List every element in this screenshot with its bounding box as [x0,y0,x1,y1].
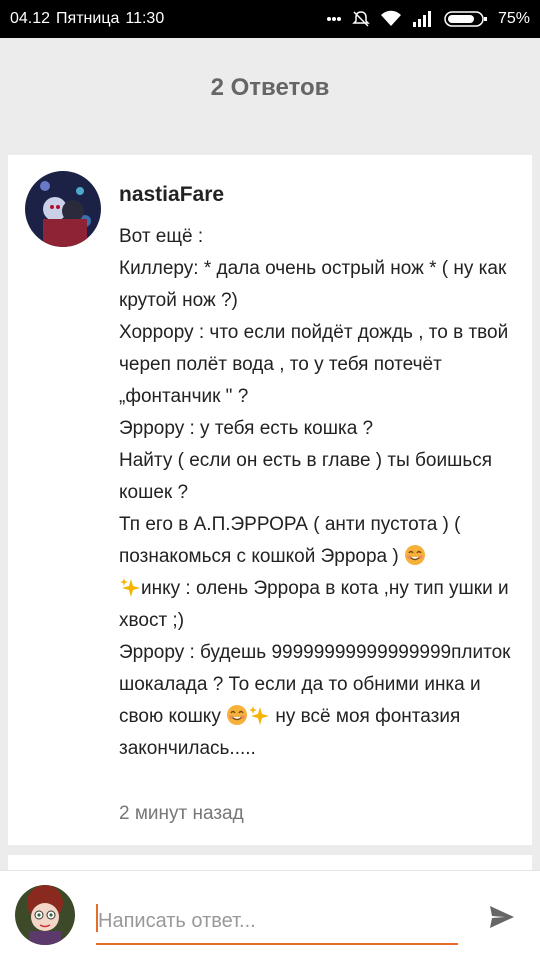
comment-line: Хоррору : что если пойдёт дождь , то в т… [119,322,509,407]
reply-bar [0,870,540,960]
status-day: Пятница [56,10,120,27]
reply-input[interactable] [96,899,458,945]
battery-percent: 75% [497,10,530,27]
smiling-face-icon [227,705,248,725]
status-date: 04.12 [10,10,51,27]
comment-author[interactable]: nastiaFare [119,183,224,207]
sparkles-icon [120,578,140,597]
status-left: 04.12 Пятница 11:30 [10,10,164,28]
comment-body: Вот ещё : Киллеру: * дала очень острый н… [119,221,514,765]
current-user-avatar[interactable] [15,885,75,945]
status-time: 11:30 [125,10,165,27]
sparkles-icon [249,706,270,725]
battery-icon [444,10,488,28]
comment-line: инку : олень Эррора в кота ,ну тип ушки … [119,578,509,631]
send-icon [488,904,516,935]
comment-line: Киллеру: * дала очень острый нож * ( ну … [119,258,507,311]
wifi-icon [380,10,402,28]
comment-card: nastiaFare Вот ещё : Киллеру: * дала оче… [8,155,532,845]
replies-header: 2 Ответов [0,38,540,138]
smiling-face-icon [405,545,426,565]
comment-line: Вот ещё : [119,226,204,247]
comment-line: Найту ( если он есть в главе ) ты боишьс… [119,450,493,503]
signal-icon [412,10,434,28]
text-cursor [96,904,98,932]
mute-icon [352,10,370,28]
avatar[interactable] [25,171,101,247]
page-title: 2 Ответов [210,74,330,101]
dots-icon [326,11,342,27]
status-icons: 75% [326,10,530,28]
comment-timestamp: 2 минут назад [119,803,244,824]
comment-line: Эррору : у тебя есть кошка ? [119,418,374,439]
send-button[interactable] [484,901,520,937]
status-bar: 04.12 Пятница 11:30 75% [0,0,540,38]
